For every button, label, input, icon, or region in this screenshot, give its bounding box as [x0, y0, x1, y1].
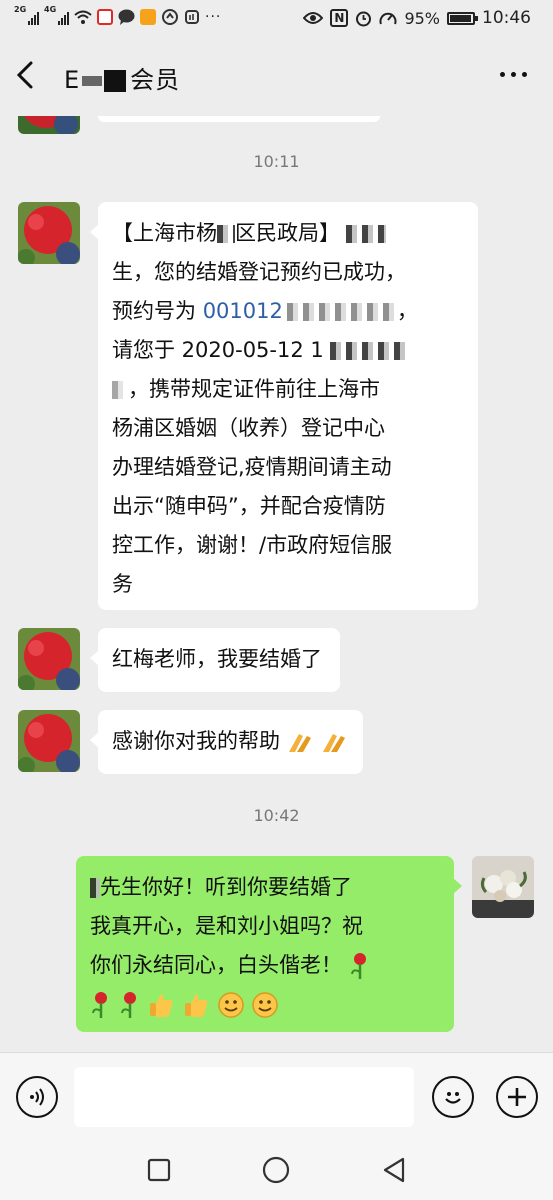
circle-icon [262, 1156, 290, 1184]
battery-percent: 95% [404, 8, 440, 28]
alarm-icon [356, 11, 372, 26]
avatar[interactable] [18, 116, 80, 134]
message-icon [118, 9, 135, 25]
notification-app-icon [97, 9, 113, 25]
signal-icon: 4G [44, 5, 69, 25]
more-button[interactable] [500, 72, 527, 77]
nfc-icon: N [330, 9, 349, 27]
timestamp: 10:42 [253, 806, 300, 825]
triangle-back-icon [383, 1157, 405, 1183]
redacted-block [329, 342, 410, 360]
message-text: 预约号为 [112, 299, 196, 323]
thumbs-up-emoji-icon [150, 994, 173, 1017]
timestamp: 10:11 [253, 152, 300, 171]
message-input[interactable] [74, 1067, 414, 1127]
message-bubble[interactable]: 【上海市杨 区民政局】 生，您的结婚登记预约已成功， 预约号为 001012 ， 请… [90, 202, 478, 610]
message-text: 生，您的结婚登记预约已成功， [112, 260, 406, 284]
system-back-button[interactable] [381, 1156, 407, 1188]
message-text: 区民政局】 [235, 221, 340, 245]
redacted-block [82, 76, 103, 86]
message-text: 感谢你对我的帮助 [112, 729, 280, 753]
avatar[interactable] [18, 710, 80, 772]
message-text: 【上海市杨 [112, 221, 217, 245]
message-text: 办理结婚登记,疫情期间请主动 [112, 455, 392, 479]
message-bubble-sent[interactable]: 先生你好！听到你要结婚了 我真开心，是和刘小姐吗？祝 你们永结同心，白头偕老！ [76, 856, 462, 1032]
redacted-block [90, 878, 100, 898]
voice-icon [30, 1088, 44, 1106]
recent-apps-button[interactable] [147, 1158, 171, 1186]
message-input-bar [0, 1052, 553, 1140]
chat-title: E 会员 [64, 66, 181, 94]
signal-icon: 2G [14, 5, 39, 25]
power-saving-icon [379, 12, 397, 24]
message-bubble[interactable]: 红梅老师，我要结婚了 [90, 628, 340, 692]
pray-emoji-icon [288, 734, 311, 752]
smile-emoji-icon [252, 992, 279, 1018]
redacted-block [112, 381, 128, 399]
redacted-block [217, 225, 235, 243]
back-button[interactable] [14, 60, 50, 96]
message-text: 我真开心，是和刘小姐吗？祝 [90, 914, 363, 938]
rose-emoji-icon [350, 953, 366, 979]
avatar[interactable] [18, 628, 80, 690]
message-text: ，携带规定证件前往上海市 [128, 377, 380, 401]
rose-emoji-icon [92, 992, 107, 1018]
plus-button[interactable] [496, 1076, 538, 1118]
emoji-button[interactable] [432, 1076, 474, 1118]
wifi-icon [74, 10, 92, 24]
home-button[interactable] [262, 1156, 290, 1188]
message-text: 红梅老师，我要结婚了 [112, 647, 322, 671]
message-text: ， [396, 299, 418, 323]
thumbs-up-emoji-icon [185, 994, 208, 1017]
message-bubble[interactable]: 感谢你对我的帮助 [89, 710, 364, 774]
pray-emoji-icon [323, 734, 346, 752]
redacted-block [346, 225, 386, 243]
status-right: N 95% 10:46 [303, 8, 531, 28]
message-text: 请您于 2020-05-12 1 [112, 338, 324, 362]
more-notifications-icon: ··· [205, 9, 222, 25]
message-text: 务 [112, 572, 133, 596]
plus-icon [508, 1088, 526, 1106]
redacted-block [104, 70, 127, 92]
avatar[interactable] [18, 202, 80, 264]
status-left: 2G 4G ··· [14, 5, 222, 25]
status-time: 10:46 [482, 8, 531, 28]
hand-icon [185, 10, 199, 24]
message-text: 先生你好！听到你要结婚了 [100, 875, 352, 899]
smile-emoji-icon [218, 992, 244, 1018]
video-app-icon [140, 9, 156, 25]
status-bar: 2G 4G ··· N 95% 10:46 [0, 0, 553, 38]
message-text: 出示“随申码”，并配合疫情防 [112, 494, 386, 518]
message-text: 杨浦区婚姻（收养）登记中心 [112, 416, 385, 440]
chat-message-list[interactable]: 10:11 【上海市杨 区民政局】 生，您的结婚登记预约已成功， 预约号为 001… [0, 116, 553, 1052]
chat-header: E 会员 [0, 38, 553, 116]
redacted-block [286, 303, 397, 321]
message-text: 你们永结同心，白头偕老！ [90, 953, 342, 977]
square-icon [147, 1158, 171, 1182]
voice-button[interactable] [16, 1076, 58, 1118]
emoji-icon [445, 1092, 461, 1104]
appointment-number-link[interactable]: 001012 [203, 299, 283, 323]
message-text: 控工作，谢谢！/市政府短信服 [112, 533, 393, 557]
my-avatar[interactable] [472, 856, 534, 918]
cloud-icon [162, 9, 178, 25]
message-bubble-partial[interactable] [98, 116, 380, 122]
battery-icon [447, 11, 478, 25]
rose-emoji-icon [120, 992, 136, 1018]
system-navigation-bar [0, 1140, 553, 1200]
eye-icon [303, 12, 324, 24]
back-arrow-icon [16, 61, 33, 89]
